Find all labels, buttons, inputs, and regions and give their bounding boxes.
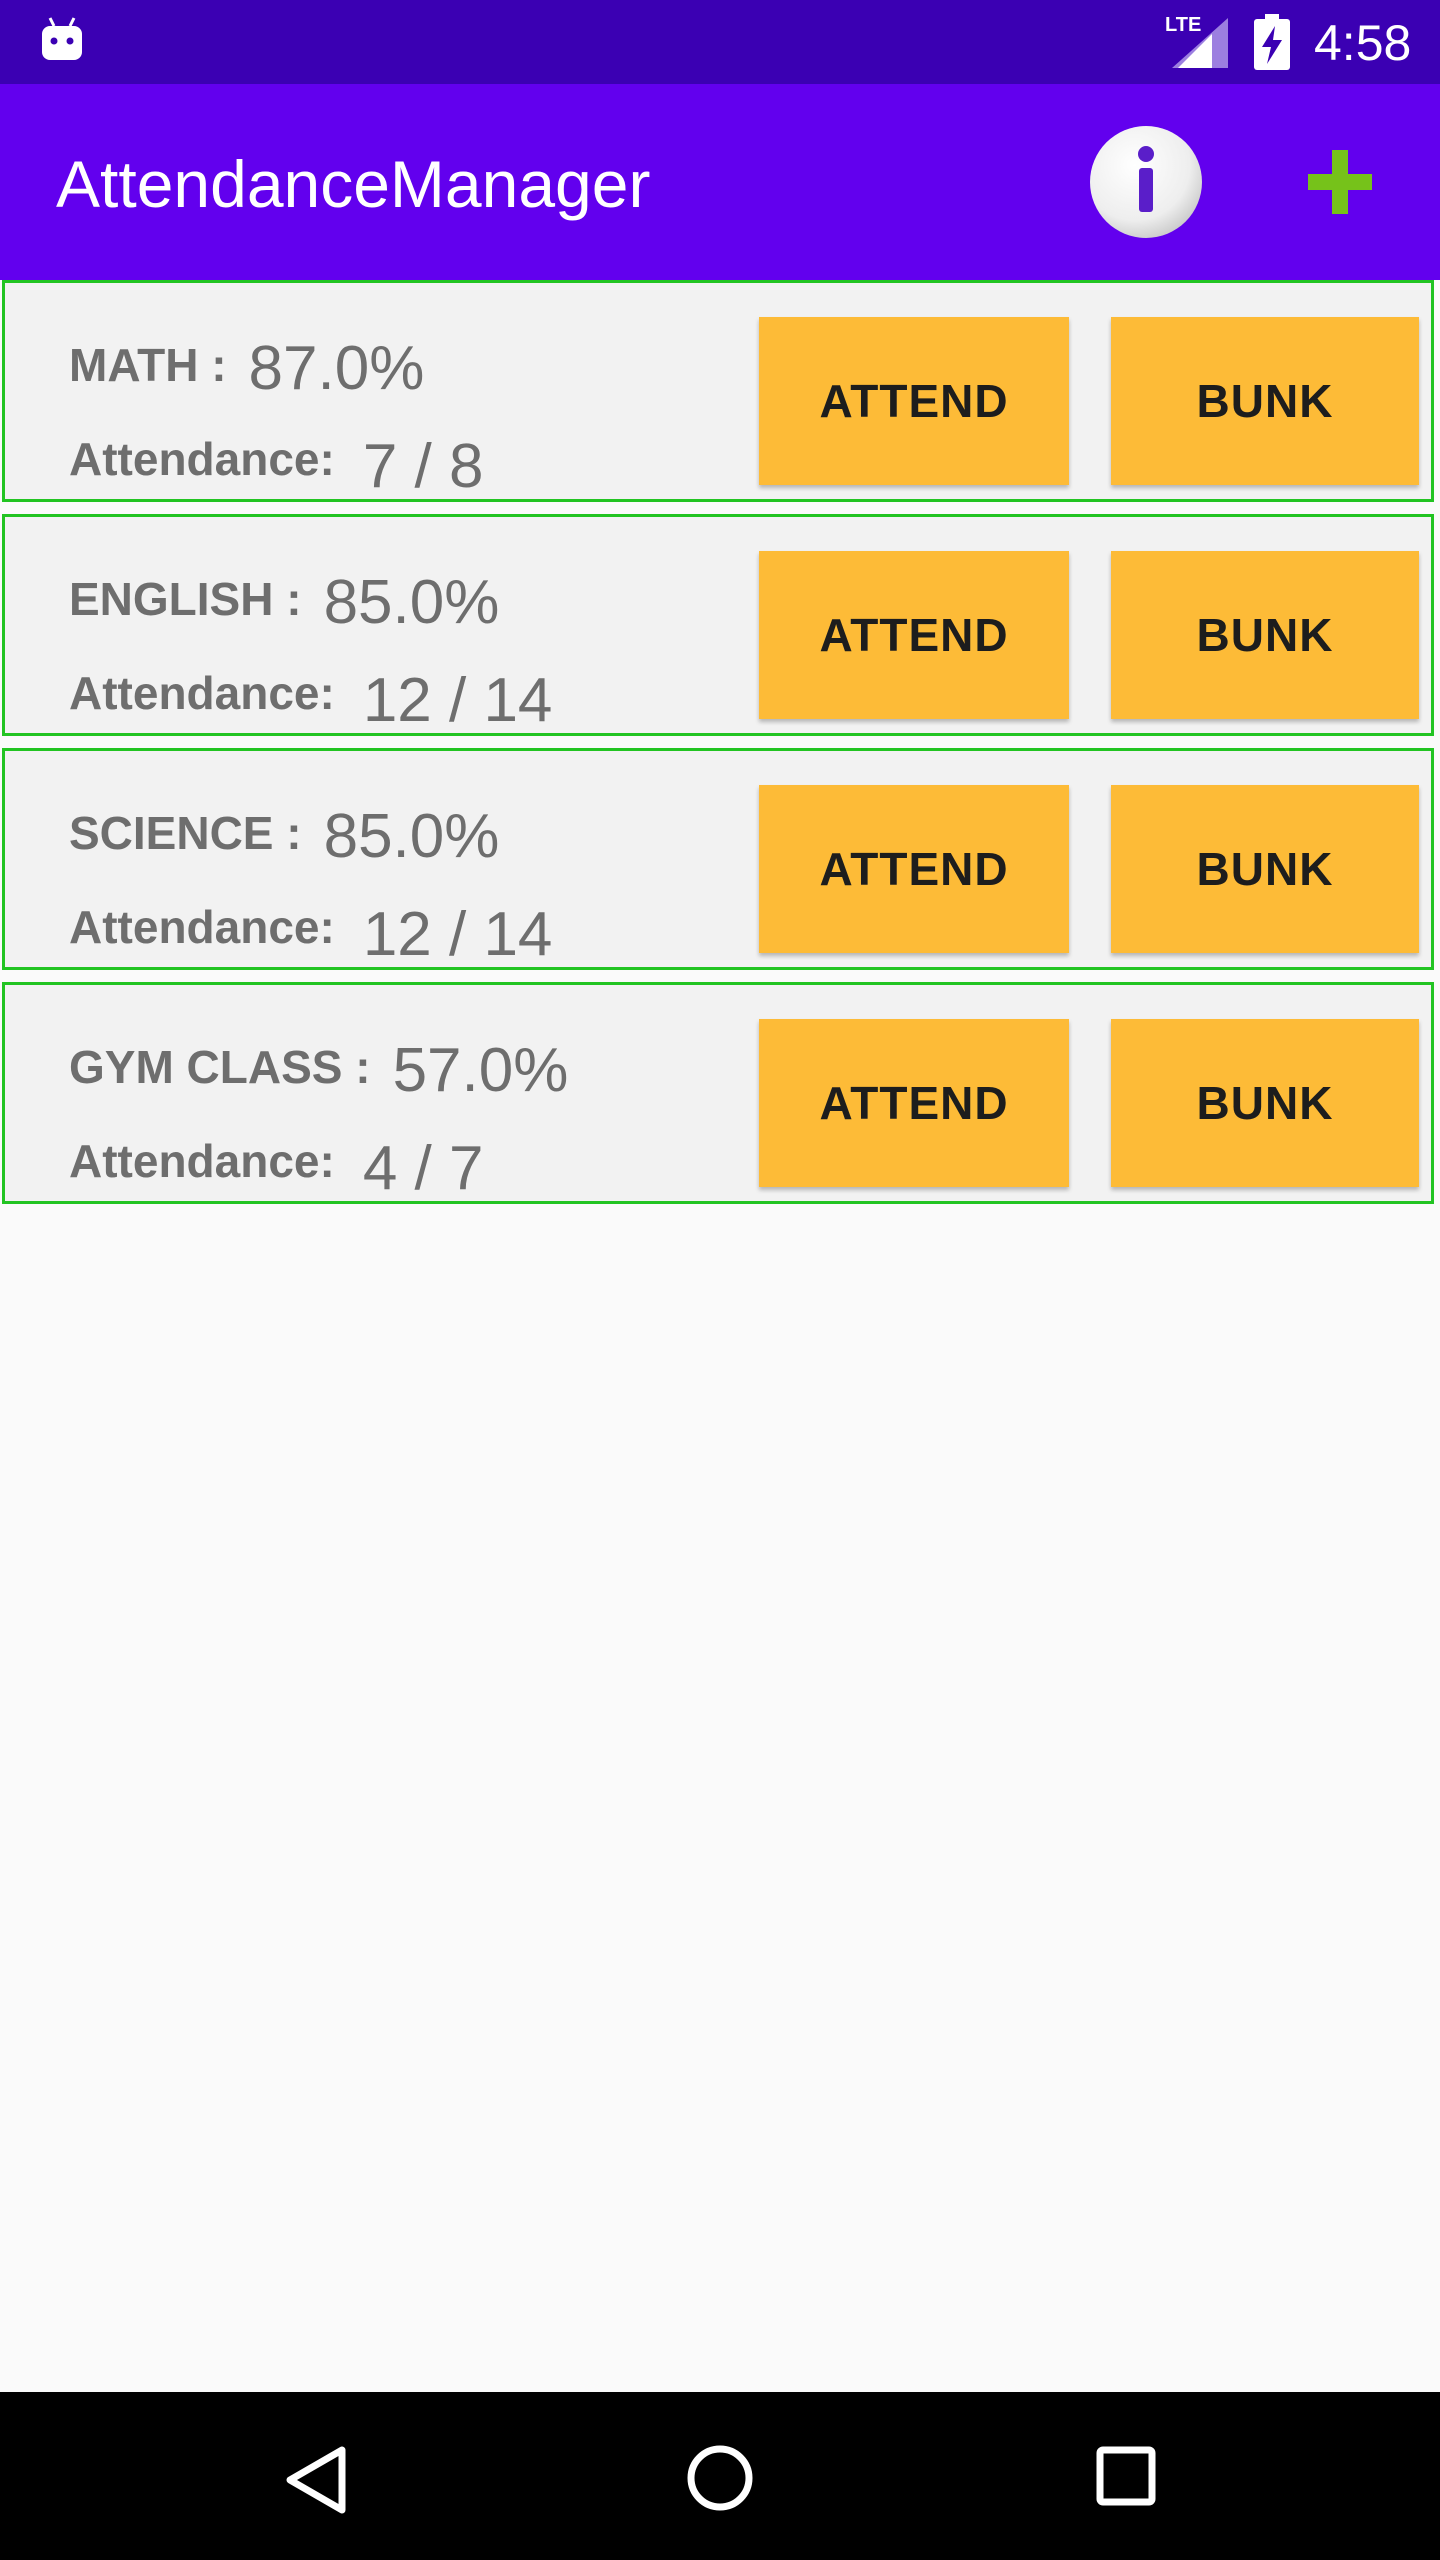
attendance-percent: 57.0% <box>392 1036 569 1105</box>
bunk-button[interactable]: BUNK <box>1111 785 1419 953</box>
subject-name-label: SCIENCE : 85.0% <box>69 793 499 871</box>
bunk-button[interactable]: BUNK <box>1111 551 1419 719</box>
attendance-label: Attendance: <box>69 1135 335 1187</box>
app-bar: AttendanceManager <box>0 84 1440 280</box>
attendance-percent: 87.0% <box>248 334 425 403</box>
subject-name: GYM CLASS : <box>69 1041 371 1093</box>
recents-icon[interactable] <box>1096 2446 1156 2506</box>
attend-button[interactable]: ATTEND <box>759 785 1069 953</box>
clock: 4:58 <box>1314 15 1412 71</box>
subject-name-label: MATH : 87.0% <box>69 325 424 403</box>
signal-icon <box>1172 18 1228 68</box>
subject-name: MATH : <box>69 339 227 391</box>
attendance-label: Attendance: <box>69 901 335 953</box>
attendance-percent: 85.0% <box>323 568 500 637</box>
subject-name-label: GYM CLASS : 57.0% <box>69 1027 568 1105</box>
attendance-count: 12 / 14 <box>362 666 553 735</box>
subject-card-english: ENGLISH : 85.0% Attendance: 12 / 14 ATTEND… <box>2 514 1434 736</box>
attendance-percent: 85.0% <box>323 802 500 871</box>
navigation-bar <box>0 2392 1440 2560</box>
subject-card-gym-class: GYM CLASS : 57.0% Attendance: 4 / 7 ATTEND… <box>2 982 1434 1204</box>
battery-charging-icon <box>1254 14 1290 70</box>
add-icon[interactable] <box>1300 142 1380 222</box>
attendance-count: 4 / 7 <box>362 1134 484 1203</box>
back-icon[interactable] <box>284 2444 348 2516</box>
android-icon <box>42 17 82 60</box>
attendance-count: 7 / 8 <box>362 432 484 501</box>
subject-name: SCIENCE : <box>69 807 302 859</box>
attendance-count: 12 / 14 <box>362 900 553 969</box>
attendance-label-row: Attendance: 4 / 7 <box>69 1121 483 1203</box>
attendance-label-row: Attendance: 12 / 14 <box>69 653 552 735</box>
bunk-button[interactable]: BUNK <box>1111 317 1419 485</box>
home-icon[interactable] <box>686 2444 754 2512</box>
attendance-label-row: Attendance: 7 / 8 <box>69 419 483 501</box>
attend-button[interactable]: ATTEND <box>759 317 1069 485</box>
subject-name-label: ENGLISH : 85.0% <box>69 559 499 637</box>
subject-card-science: SCIENCE : 85.0% Attendance: 12 / 14 ATTEND… <box>2 748 1434 970</box>
attendance-label: Attendance: <box>69 433 335 485</box>
status-bar: LTE 4:58 <box>0 0 1440 84</box>
subject-card-math: MATH : 87.0% Attendance: 7 / 8 ATTEND BUNK <box>2 280 1434 502</box>
attendance-label-row: Attendance: 12 / 14 <box>69 887 552 969</box>
attend-button[interactable]: ATTEND <box>759 1019 1069 1187</box>
info-icon[interactable] <box>1088 124 1204 240</box>
subject-name: ENGLISH : <box>69 573 302 625</box>
attendance-label: Attendance: <box>69 667 335 719</box>
app-title: AttendanceManager <box>56 147 651 221</box>
attend-button[interactable]: ATTEND <box>759 551 1069 719</box>
bunk-button[interactable]: BUNK <box>1111 1019 1419 1187</box>
